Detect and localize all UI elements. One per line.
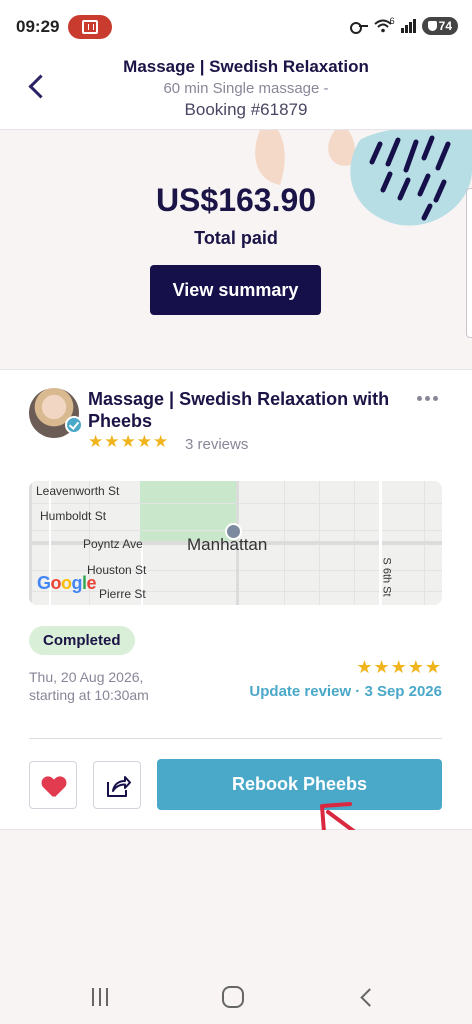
edge-panel-handle[interactable] bbox=[466, 188, 472, 338]
screen-record-indicator[interactable] bbox=[68, 15, 112, 39]
total-paid-label: Total paid bbox=[194, 228, 278, 248]
booking-number: Booking #61879 bbox=[184, 100, 308, 119]
shield-icon bbox=[427, 21, 437, 31]
view-summary-button[interactable]: View summary bbox=[150, 265, 321, 315]
heart-icon bbox=[42, 777, 66, 797]
page-header: Massage | Swedish Relaxation 60 min Sing… bbox=[0, 48, 472, 130]
booking-time-line: starting at 10:30am bbox=[29, 687, 149, 703]
map-park bbox=[140, 481, 236, 543]
google-logo: Google bbox=[37, 573, 97, 593]
more-options-icon[interactable] bbox=[415, 393, 441, 403]
share-button[interactable] bbox=[93, 761, 141, 809]
map-label-pierre: Pierre St bbox=[99, 587, 146, 601]
booking-card: Massage | Swedish Relaxation with Pheebs… bbox=[0, 370, 472, 830]
provider-rating-stars: ★★★★★ bbox=[88, 432, 170, 451]
provider-name[interactable]: Massage | Swedish Relaxation with Pheebs bbox=[88, 388, 418, 432]
system-navigation-bar bbox=[0, 966, 472, 1024]
empty-area bbox=[0, 830, 472, 966]
share-icon bbox=[107, 776, 131, 797]
wifi-icon bbox=[373, 19, 392, 33]
key-icon bbox=[349, 21, 368, 34]
payment-summary-panel: US$163.90 Total paid View summary bbox=[0, 130, 472, 370]
page-subtitle: 60 min Single massage - bbox=[163, 80, 329, 97]
home-icon[interactable] bbox=[222, 986, 244, 1008]
page-title: Massage | Swedish Relaxation bbox=[123, 57, 369, 76]
status-badge: Completed bbox=[29, 626, 135, 655]
signal-icon bbox=[400, 19, 416, 33]
back-button[interactable] bbox=[22, 70, 52, 106]
recent-apps-icon[interactable] bbox=[90, 988, 110, 1006]
map-label-leavenworth: Leavenworth St bbox=[36, 484, 120, 498]
system-back-icon[interactable] bbox=[358, 988, 376, 1006]
status-bar: 09:29 6 74 bbox=[0, 0, 472, 48]
favorite-button[interactable] bbox=[29, 761, 77, 809]
divider bbox=[29, 738, 442, 739]
your-review-stars: ★★★★★ bbox=[356, 657, 442, 677]
location-map[interactable]: Leavenworth St Humboldt St Poyntz Ave Ma… bbox=[29, 481, 442, 605]
map-label-humboldt: Humboldt St bbox=[40, 509, 107, 523]
booking-date-line: Thu, 20 Aug 2026, bbox=[29, 669, 144, 685]
screen-record-icon bbox=[82, 20, 98, 34]
battery-indicator: 74 bbox=[421, 17, 458, 35]
status-time: 09:29 bbox=[16, 17, 60, 36]
battery-level: 74 bbox=[438, 19, 452, 33]
location-pin-icon bbox=[225, 523, 242, 540]
total-amount: US$163.90 bbox=[155, 182, 317, 218]
reviews-count[interactable]: 3 reviews bbox=[185, 436, 248, 453]
update-review-link[interactable]: Update review · 3 Sep 2026 bbox=[249, 683, 442, 700]
verified-icon bbox=[65, 416, 83, 434]
booking-date: Thu, 20 Aug 2026, starting at 10:30am bbox=[29, 668, 149, 704]
status-icons: 6 74 bbox=[349, 16, 458, 36]
map-label-6th: S 6th St bbox=[380, 557, 393, 597]
map-label-poyntz: Poyntz Ave bbox=[83, 537, 143, 551]
